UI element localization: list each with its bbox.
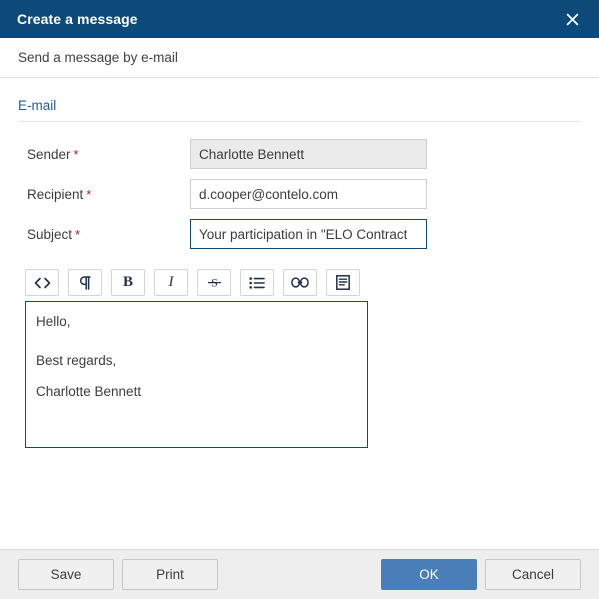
sender-input-value: Charlotte Bennett [199, 146, 305, 162]
subject-input-value: Your participation in "ELO Contract [199, 226, 408, 242]
footer-primary-actions: OK Cancel [381, 559, 581, 590]
dialog-content: E-mail Sender * Charlotte Bennett Recipie… [0, 78, 599, 549]
section-title-email: E-mail [18, 98, 57, 113]
bold-icon[interactable]: B [111, 269, 145, 296]
footer-secondary-actions: Save Print [18, 559, 218, 590]
form-row-subject: Subject * Your participation in "ELO Cont… [18, 214, 581, 254]
dialog-footer: Save Print OK Cancel [0, 549, 599, 599]
label-sender: Sender * [18, 147, 190, 162]
subject-input[interactable]: Your participation in "ELO Contract [190, 219, 427, 249]
label-recipient: Recipient * [18, 187, 190, 202]
required-star-recipient: * [86, 186, 92, 202]
bold-glyph: B [122, 274, 133, 290]
sender-input[interactable]: Charlotte Bennett [190, 139, 427, 169]
ok-button[interactable]: OK [381, 559, 477, 590]
recipient-input-value: d.cooper@contelo.com [199, 186, 339, 202]
required-star-subject: * [75, 226, 81, 242]
paragraph-icon[interactable] [68, 269, 102, 296]
link-icon[interactable] [283, 269, 317, 296]
print-button[interactable]: Print [122, 559, 218, 590]
italic-icon[interactable]: I [154, 269, 188, 296]
required-star-sender: * [73, 146, 79, 162]
dialog-subtitle-band: Send a message by e-mail [0, 38, 599, 78]
bulleted-list-icon[interactable] [240, 269, 274, 296]
cancel-button[interactable]: Cancel [485, 559, 581, 590]
message-body-line-3: Charlotte Bennett [36, 383, 142, 399]
template-icon[interactable] [326, 269, 360, 296]
editor-toolbar: B I S [25, 269, 385, 296]
dialog-subtitle: Send a message by e-mail [18, 50, 178, 65]
message-body-line-2: Best regards, [36, 352, 117, 368]
label-subject-text: Subject [27, 226, 73, 242]
close-icon[interactable] [559, 6, 585, 32]
message-body-input[interactable]: Hello, Best regards, Charlotte Bennett [25, 301, 368, 448]
message-editor: B I S Hello, Best regards, Charlotte Ben… [18, 269, 385, 448]
save-button[interactable]: Save [18, 559, 114, 590]
form-row-recipient: Recipient * d.cooper@contelo.com [18, 174, 581, 214]
label-recipient-text: Recipient [27, 186, 84, 202]
message-body-line-1: Hello, [36, 314, 71, 329]
dialog-title: Create a message [17, 11, 138, 27]
label-sender-text: Sender [27, 146, 71, 162]
create-message-dialog: Create a message Send a message by e-mai… [0, 0, 599, 599]
strikethrough-icon[interactable]: S [197, 269, 231, 296]
source-code-icon[interactable] [25, 269, 59, 296]
section-divider [18, 121, 581, 122]
recipient-input[interactable]: d.cooper@contelo.com [190, 179, 427, 209]
dialog-titlebar: Create a message [0, 0, 599, 38]
form-row-sender: Sender * Charlotte Bennett [18, 134, 581, 174]
label-subject: Subject * [18, 227, 190, 242]
italic-glyph: I [168, 274, 174, 290]
